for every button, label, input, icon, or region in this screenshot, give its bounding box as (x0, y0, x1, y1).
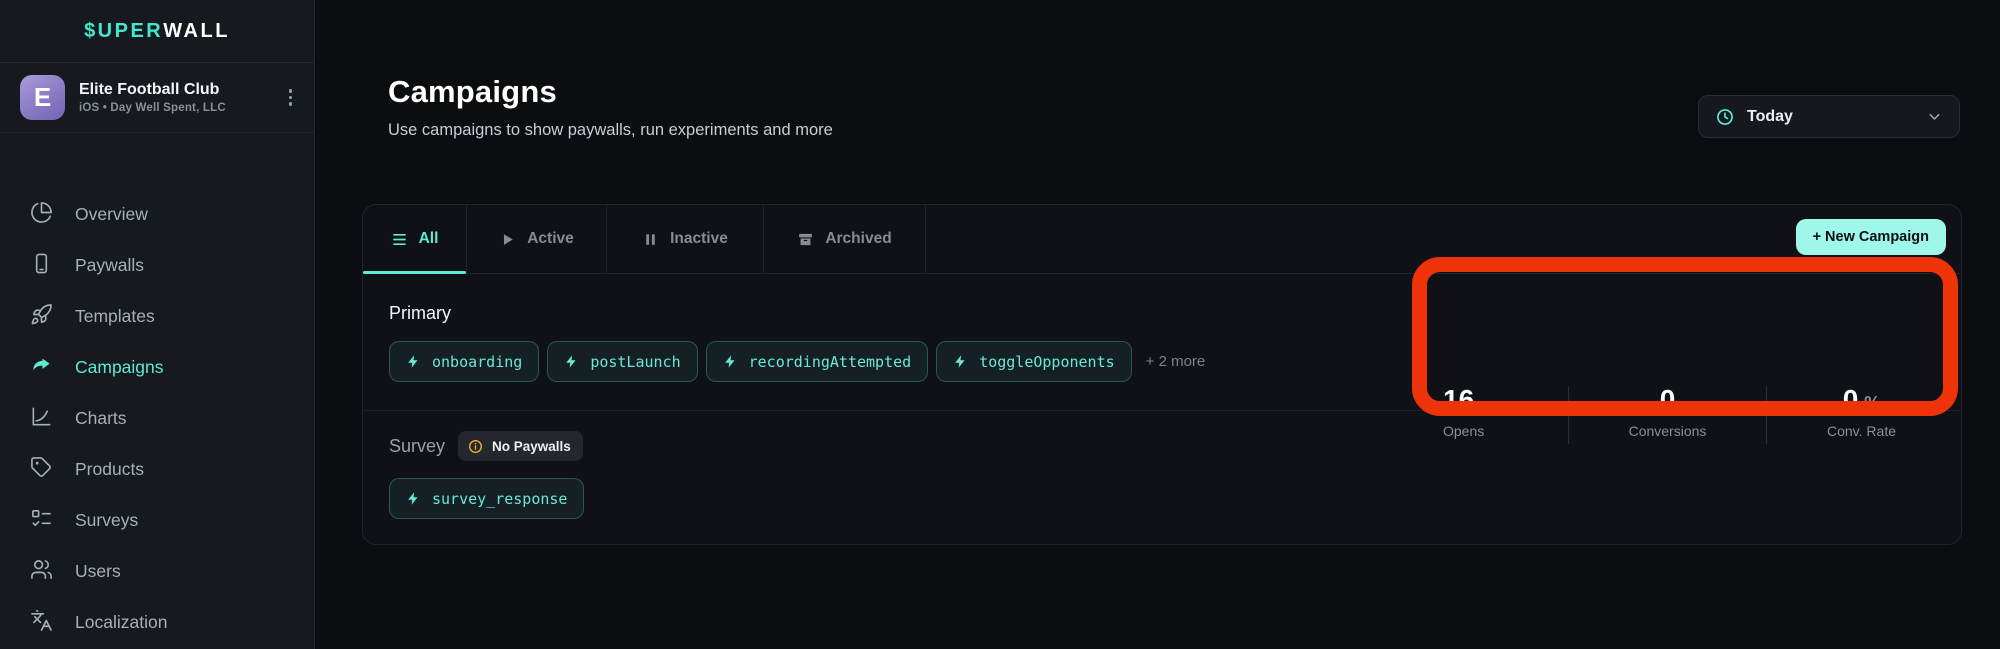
sidebar: $UPERWALL E Elite Football Club iOS • Da… (0, 0, 315, 649)
sidebar-item-paywalls[interactable]: Paywalls (0, 240, 314, 291)
sidebar-item-label: Users (75, 561, 121, 582)
page-title: Campaigns (388, 74, 833, 110)
sidebar-item-label: Localization (75, 612, 167, 633)
page-header: Campaigns Use campaigns to show paywalls… (388, 74, 833, 140)
clock-icon (1715, 107, 1735, 127)
sidebar-item-templates[interactable]: Templates (0, 291, 314, 342)
campaign-name: Primary (389, 303, 451, 324)
info-icon (467, 438, 484, 455)
sidebar-item-users[interactable]: Users (0, 546, 314, 597)
date-range-value: Today (1747, 108, 1793, 126)
workspace-menu-icon[interactable] (285, 85, 297, 110)
sidebar-item-products[interactable]: Products (0, 444, 314, 495)
sidebar-item-campaigns[interactable]: Campaigns (0, 342, 314, 393)
trigger-tag[interactable]: recordingAttempted (706, 341, 929, 382)
sidebar-item-label: Overview (75, 204, 148, 225)
logo-text-teal: $UPER (84, 20, 163, 43)
bolt-icon (953, 354, 968, 369)
new-campaign-button[interactable]: + New Campaign (1796, 219, 1946, 255)
trigger-tag-label: onboarding (432, 353, 522, 371)
overview-icon (30, 201, 53, 229)
logo-text-white: WALL (163, 20, 230, 43)
bolt-icon (564, 354, 579, 369)
surveys-icon (30, 507, 53, 535)
main-content: Campaigns Use campaigns to show paywalls… (315, 0, 2000, 649)
sidebar-item-overview[interactable]: Overview (0, 189, 314, 240)
bolt-icon (723, 354, 738, 369)
workspace-meta: iOS • Day Well Spent, LLC (79, 102, 226, 114)
stat-value: 0 (1660, 386, 1676, 414)
play-icon (499, 231, 516, 248)
date-range-dropdown[interactable]: Today (1698, 95, 1960, 138)
pause-icon (642, 231, 659, 248)
sidebar-nav: Overview Paywalls Templates Campaigns Ch… (0, 133, 314, 648)
campaigns-panel: All Active Inactive Archived + New Campa… (362, 204, 1962, 545)
superwall-logo: $UPERWALL (0, 0, 314, 62)
stat-value: 16 (1443, 386, 1474, 414)
campaigns-icon (30, 354, 53, 382)
trigger-tag-label: recordingAttempted (749, 353, 912, 371)
sidebar-item-label: Products (75, 459, 144, 480)
workspace-switcher[interactable]: E Elite Football Club iOS • Day Well Spe… (0, 62, 314, 133)
tab-label: All (419, 230, 439, 248)
templates-icon (30, 303, 53, 331)
users-icon (30, 558, 53, 586)
tab-active[interactable]: Active (467, 205, 607, 273)
trigger-tag-label: postLaunch (590, 353, 680, 371)
trigger-tag[interactable]: toggleOpponents (936, 341, 1131, 382)
page-subtitle: Use campaigns to show paywalls, run expe… (388, 121, 833, 140)
campaign-row-primary[interactable]: Primary onboarding postLaunch recordingA… (363, 274, 1961, 411)
bolt-icon (406, 354, 421, 369)
list-icon (391, 231, 408, 248)
stat-value: 0% (1843, 386, 1881, 414)
workspace-name: Elite Football Club (79, 81, 226, 99)
paywalls-icon (30, 252, 53, 280)
campaign-row-survey[interactable]: Survey No Paywalls survey_response (363, 411, 1961, 545)
tab-archived[interactable]: Archived (764, 205, 926, 273)
sidebar-item-charts[interactable]: Charts (0, 393, 314, 444)
chevron-down-icon (1926, 108, 1943, 125)
workspace-info: Elite Football Club iOS • Day Well Spent… (79, 81, 226, 114)
tab-all[interactable]: All (363, 205, 467, 273)
workspace-avatar: E (20, 75, 65, 120)
bolt-icon (406, 491, 421, 506)
trigger-tags: survey_response (389, 478, 1935, 519)
more-tags-label: + 2 more (1146, 353, 1206, 370)
sidebar-item-label: Campaigns (75, 357, 164, 378)
app-window: $UPERWALL E Elite Football Club iOS • Da… (0, 0, 2000, 649)
sidebar-item-label: Templates (75, 306, 155, 327)
trigger-tags: onboarding postLaunch recordingAttempted… (389, 341, 1935, 382)
sidebar-item-label: Charts (75, 408, 127, 429)
archive-icon (797, 231, 814, 248)
sidebar-item-label: Paywalls (75, 255, 144, 276)
trigger-tag[interactable]: survey_response (389, 478, 584, 519)
sidebar-item-surveys[interactable]: Surveys (0, 495, 314, 546)
sidebar-item-label: Surveys (75, 510, 138, 531)
tab-inactive[interactable]: Inactive (607, 205, 764, 273)
trigger-tag-label: toggleOpponents (979, 353, 1114, 371)
campaign-name: Survey (389, 436, 445, 457)
no-paywalls-badge: No Paywalls (458, 431, 583, 461)
charts-icon (30, 405, 53, 433)
localization-icon (30, 609, 53, 637)
badge-label: No Paywalls (492, 439, 571, 454)
campaign-tabs: All Active Inactive Archived (363, 205, 1961, 274)
tab-label: Active (527, 230, 574, 248)
tab-label: Archived (825, 230, 891, 248)
tab-label: Inactive (670, 230, 728, 248)
products-icon (30, 456, 53, 484)
trigger-tag[interactable]: postLaunch (547, 341, 697, 382)
trigger-tag[interactable]: onboarding (389, 341, 539, 382)
trigger-tag-label: survey_response (432, 490, 567, 508)
sidebar-item-localization[interactable]: Localization (0, 597, 314, 648)
